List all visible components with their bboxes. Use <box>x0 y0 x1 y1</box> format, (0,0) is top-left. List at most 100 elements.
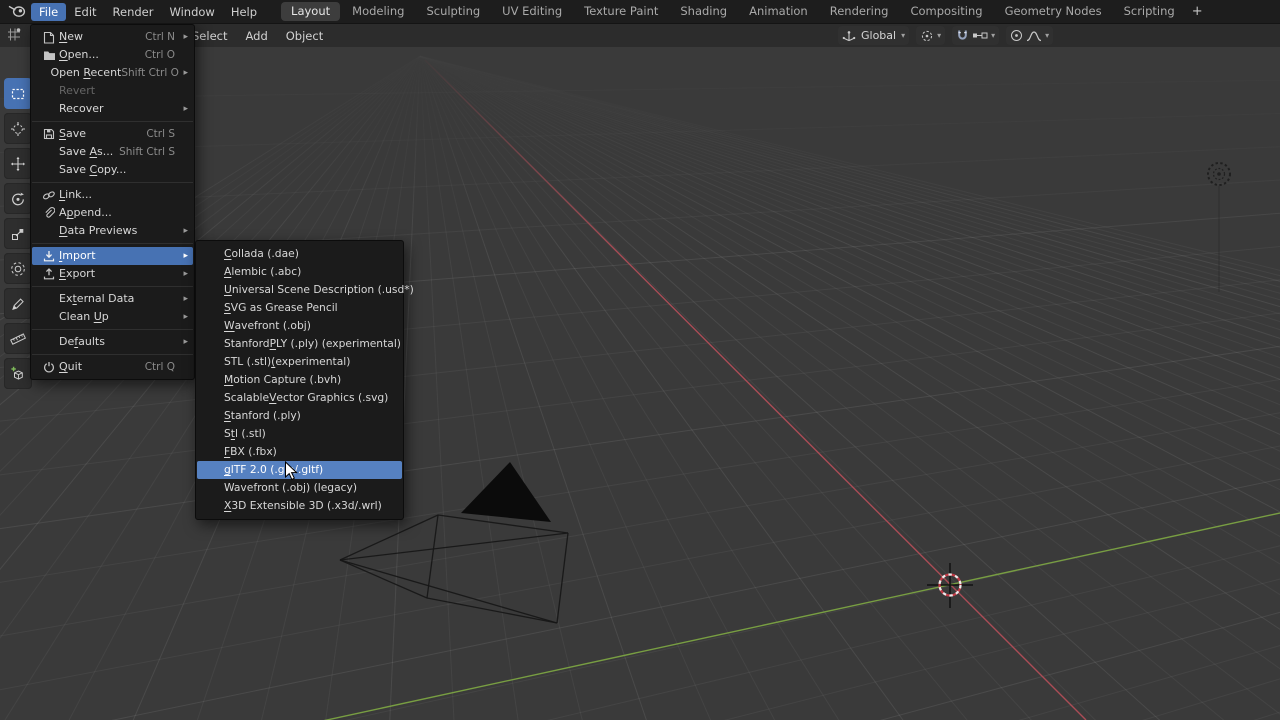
falloff-icon[interactable] <box>1026 29 1042 42</box>
import-item-svg-as-grease-pencil[interactable]: SVG as Grease Pencil <box>197 299 402 317</box>
workspace-tabs: LayoutModelingSculptingUV EditingTexture… <box>281 2 1185 21</box>
tool-scale[interactable] <box>4 218 32 249</box>
menu-item-label: Revert <box>59 82 175 100</box>
menu-item-label: New <box>59 28 145 46</box>
menu-separator <box>32 286 193 287</box>
import-item-wavefront-obj[interactable]: Wavefront (.obj) <box>197 317 402 335</box>
submenu-arrow-icon: ▸ <box>179 247 188 265</box>
tab-scripting[interactable]: Scripting <box>1114 2 1185 21</box>
import-item-universal-scene-description-usd[interactable]: Universal Scene Description (.usd*) <box>197 281 402 299</box>
menu-item-open-recent[interactable]: Open RecentShift Ctrl O▸ <box>32 64 193 82</box>
tab-animation[interactable]: Animation <box>739 2 818 21</box>
import-item-motion-capture-bvh[interactable]: Motion Capture (.bvh) <box>197 371 402 389</box>
menu-item-external-data[interactable]: External Data▸ <box>32 290 193 308</box>
menu-item-link[interactable]: Link... <box>32 186 193 204</box>
viewport-header-controls: Global ▾ ▾ ▾ ▾ <box>838 26 1053 45</box>
menu-item-save[interactable]: SaveCtrl S <box>32 125 193 143</box>
tab-modeling[interactable]: Modeling <box>342 2 414 21</box>
topbar: FileEditRenderWindowHelp LayoutModelingS… <box>0 0 1280 24</box>
import-item-fbx-fbx[interactable]: FBX (.fbx) <box>197 443 402 461</box>
proportional-icon[interactable] <box>1010 29 1023 42</box>
scale-icon <box>10 226 26 242</box>
menu-item-defaults[interactable]: Defaults▸ <box>32 333 193 351</box>
menu-item-label: Save <box>59 125 146 143</box>
transform-orientation-dropdown[interactable]: Global ▾ <box>838 26 909 45</box>
menu-item-quit[interactable]: QuitCtrl Q <box>32 358 193 376</box>
chevron-down-icon: ▾ <box>901 32 905 40</box>
menu-item-shortcut: Shift Ctrl S <box>119 146 175 158</box>
snap-target-icon[interactable] <box>972 29 988 42</box>
menu-item-import[interactable]: Import▸ <box>32 247 193 265</box>
chevron-down-icon[interactable]: ▾ <box>1045 32 1049 40</box>
tool-move[interactable] <box>4 148 32 179</box>
tab-shading[interactable]: Shading <box>670 2 737 21</box>
submenu-arrow-icon: ▸ <box>179 28 188 46</box>
tool-add-cube[interactable] <box>4 358 32 389</box>
menu-item-label: Open Recent <box>50 64 121 82</box>
import-item-alembic-abc[interactable]: Alembic (.abc) <box>197 263 402 281</box>
editor-type-button[interactable] <box>7 27 22 42</box>
mouse-cursor <box>284 461 301 482</box>
add-cube-icon <box>10 366 26 382</box>
viewport-menu-object[interactable]: Object <box>277 27 332 45</box>
add-workspace-button[interactable]: + <box>1185 4 1210 19</box>
import-item-stanford-ply[interactable]: Stanford (.ply) <box>197 407 402 425</box>
menu-item-label: Export <box>59 265 175 283</box>
tool-cursor[interactable] <box>4 113 32 144</box>
menu-item-new[interactable]: NewCtrl N▸ <box>32 28 193 46</box>
submenu-arrow-icon: ▸ <box>179 265 188 283</box>
blender-logo-icon[interactable] <box>8 5 26 18</box>
snapping-controls: ▾ <box>952 26 999 45</box>
menu-item-append[interactable]: Append... <box>32 204 193 222</box>
tab-rendering[interactable]: Rendering <box>820 2 899 21</box>
menu-item-shortcut: Ctrl S <box>146 128 175 140</box>
tab-sculpting[interactable]: Sculpting <box>416 2 490 21</box>
menu-item-export[interactable]: Export▸ <box>32 265 193 283</box>
menubar-item-render[interactable]: Render <box>105 3 162 21</box>
transform-icon <box>10 261 26 277</box>
append-icon <box>39 207 59 219</box>
select-box-icon <box>10 86 26 102</box>
tab-uv-editing[interactable]: UV Editing <box>492 2 572 21</box>
chevron-down-icon[interactable]: ▾ <box>991 32 995 40</box>
pivot-point-dropdown[interactable]: ▾ <box>916 26 945 45</box>
menu-item-shortcut: Ctrl O <box>145 49 175 61</box>
menu-item-recover[interactable]: Recover▸ <box>32 100 193 118</box>
menubar-item-edit[interactable]: Edit <box>66 3 104 21</box>
import-item-stanford-ply-ply-experimental[interactable]: Stanford PLY (.ply) (experimental) <box>197 335 402 353</box>
menu-item-label: Open... <box>59 46 145 64</box>
y-axis-line <box>0 513 1280 720</box>
menu-item-label: Recover <box>59 100 175 118</box>
tab-texture-paint[interactable]: Texture Paint <box>574 2 668 21</box>
viewport-menu-add[interactable]: Add <box>236 27 276 45</box>
tab-geometry-nodes[interactable]: Geometry Nodes <box>995 2 1112 21</box>
menu-item-save-copy[interactable]: Save Copy... <box>32 161 193 179</box>
menubar-item-window[interactable]: Window <box>161 3 222 21</box>
menu-item-clean-up[interactable]: Clean Up▸ <box>32 308 193 326</box>
save-icon <box>39 128 59 140</box>
tab-layout[interactable]: Layout <box>281 2 340 21</box>
tool-annotate[interactable] <box>4 288 32 319</box>
import-item-stl-stl[interactable]: Stl (.stl) <box>197 425 402 443</box>
menubar-item-file[interactable]: File <box>31 3 66 21</box>
import-item-stl-stl-experimental[interactable]: STL (.stl) (experimental) <box>197 353 402 371</box>
tool-rotate[interactable] <box>4 183 32 214</box>
menu-item-data-previews[interactable]: Data Previews▸ <box>32 222 193 240</box>
menubar-item-help[interactable]: Help <box>223 3 265 21</box>
import-item-scalable-vector-graphics-svg[interactable]: Scalable Vector Graphics (.svg) <box>197 389 402 407</box>
menu-item-save-as[interactable]: Save As...Shift Ctrl S <box>32 143 193 161</box>
menu-item-open[interactable]: Open...Ctrl O <box>32 46 193 64</box>
tool-measure[interactable] <box>4 323 32 354</box>
import-item-x3d-extensible-3d-x3d-wrl[interactable]: X3D Extensible 3D (.x3d/.wrl) <box>197 497 402 515</box>
menu-item-revert[interactable]: Revert <box>32 82 193 100</box>
tool-select-box[interactable] <box>4 78 32 109</box>
menu-separator <box>32 182 193 183</box>
cursor-tool-icon <box>10 121 26 137</box>
import-item-collada-dae[interactable]: Collada (.dae) <box>197 245 402 263</box>
tool-transform[interactable] <box>4 253 32 284</box>
tab-compositing[interactable]: Compositing <box>900 2 992 21</box>
chevron-down-icon: ▾ <box>937 32 941 40</box>
magnet-icon[interactable] <box>956 29 969 42</box>
submenu-arrow-icon: ▸ <box>179 222 188 240</box>
export-icon <box>39 268 59 280</box>
